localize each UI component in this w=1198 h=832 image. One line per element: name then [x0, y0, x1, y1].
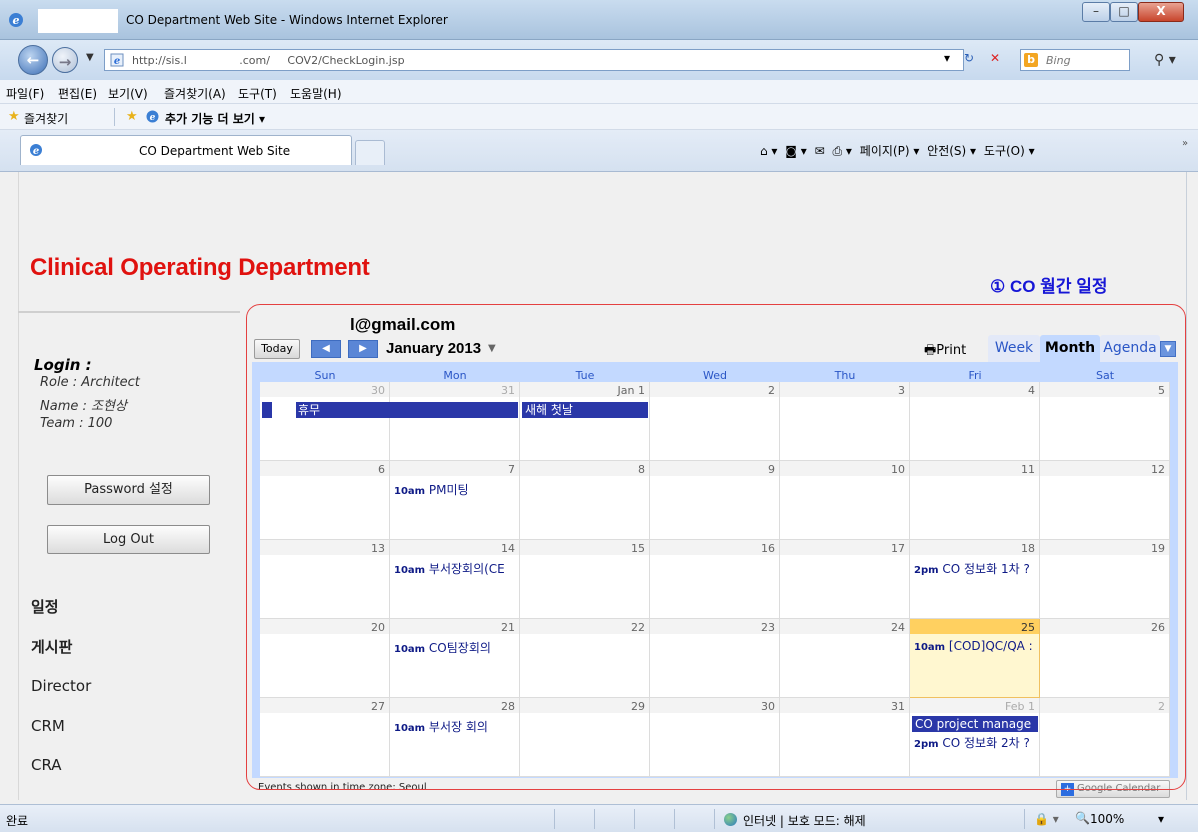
- favorites-bar: ★ 즐겨찾기 ★ e 추가 기능 더 보기 ▾: [0, 104, 1198, 130]
- page-icon: e: [110, 53, 124, 67]
- menu-file[interactable]: 파일(F): [6, 85, 44, 102]
- forward-arrow-icon: →: [58, 53, 72, 71]
- monthly-schedule-annotation: ① CO 월간 일정: [990, 277, 1108, 296]
- department-title: Clinical Operating Department: [30, 254, 370, 281]
- feeds-icon[interactable]: ◙ ▾: [785, 144, 806, 158]
- divider: [18, 311, 240, 313]
- home-icon[interactable]: ⌂ ▾: [760, 144, 777, 158]
- history-dropdown-icon[interactable]: ▼: [86, 52, 94, 63]
- ie-page-icon: e: [146, 110, 159, 123]
- divider: [714, 809, 715, 829]
- mail-icon[interactable]: ✉: [815, 144, 825, 158]
- add-favorite-icon[interactable]: ★: [126, 109, 138, 124]
- redacted-region: [38, 9, 118, 33]
- tools-menu[interactable]: 도구(O) ▾: [984, 144, 1035, 158]
- nav-schedule[interactable]: 일정: [31, 596, 59, 617]
- annotation-outline: [246, 304, 1186, 790]
- internet-zone-icon: [724, 813, 737, 826]
- menu-help[interactable]: 도움말(H): [290, 85, 342, 102]
- favorites-label[interactable]: 즐겨찾기: [24, 110, 68, 127]
- chevron-right-icon[interactable]: »: [1182, 138, 1188, 149]
- status-bar: 완료 인터넷 | 보호 모드: 해제 🔒 ▾ 🔍 100% ▾: [0, 804, 1198, 832]
- ie-tab-icon: e: [30, 144, 42, 157]
- address-url: http://sis.l .com/ COV2/CheckLogin.jsp: [132, 54, 405, 67]
- login-team: Team : 100: [40, 416, 113, 431]
- divider: [594, 809, 595, 829]
- divider: [674, 809, 675, 829]
- menu-view[interactable]: 보기(V): [108, 85, 148, 102]
- safety-menu[interactable]: 안전(S) ▾: [927, 144, 976, 158]
- svg-text:e: e: [13, 14, 20, 27]
- favorites-star-icon[interactable]: ★: [8, 109, 20, 124]
- menu-tools[interactable]: 도구(T): [238, 85, 277, 102]
- security-status-icon[interactable]: 🔒 ▾: [1034, 812, 1059, 826]
- tab-title: CO Department Web Site: [139, 144, 291, 158]
- nav-crm[interactable]: CRM: [31, 717, 65, 735]
- forward-button[interactable]: →: [52, 47, 78, 73]
- divider: [114, 108, 115, 126]
- svg-text:e: e: [150, 113, 156, 123]
- logout-button[interactable]: Log Out: [47, 525, 210, 554]
- search-box[interactable]: b Bing: [1020, 49, 1130, 71]
- new-tab-button[interactable]: [355, 140, 385, 165]
- password-settings-button[interactable]: Password 설정: [47, 475, 210, 505]
- close-button[interactable]: X: [1138, 2, 1184, 22]
- back-button[interactable]: ←: [18, 45, 48, 75]
- menu-bar: 파일(F) 편집(E) 보기(V) 즐겨찾기(A) 도구(T) 도움말(H): [0, 80, 1198, 104]
- status-text: 완료: [6, 814, 29, 828]
- more-addons-link[interactable]: 추가 기능 더 보기 ▾: [165, 110, 265, 127]
- divider: [1024, 809, 1025, 829]
- command-bar: ⌂ ▾ ◙ ▾ ✉ ⎙ ▾ 페이지(P) ▾ 안전(S) ▾ 도구(O) ▾: [760, 142, 1039, 159]
- ie-logo-icon: e: [9, 13, 23, 27]
- tab-co-department[interactable]: e CO Department Web Site: [20, 135, 352, 165]
- nav-cra[interactable]: CRA: [31, 756, 62, 774]
- divider: [554, 809, 555, 829]
- login-title: Login :: [34, 356, 92, 374]
- zoom-dropdown-icon[interactable]: ▾: [1158, 812, 1164, 826]
- search-placeholder: Bing: [1046, 54, 1071, 67]
- nav-director[interactable]: Director: [31, 677, 91, 695]
- window-title-bar: e CO Department Web Site - Windows Inter…: [0, 0, 1198, 40]
- minimize-button[interactable]: –: [1082, 2, 1110, 22]
- address-dropdown-icon[interactable]: ▾: [944, 51, 950, 65]
- stop-icon[interactable]: ✕: [990, 51, 1000, 65]
- nav-board[interactable]: 게시판: [31, 636, 72, 657]
- menu-favorites[interactable]: 즐겨찾기(A): [164, 85, 226, 102]
- login-name: Name : 조현상: [40, 399, 127, 414]
- window-title: CO Department Web Site - Windows Interne…: [126, 13, 448, 27]
- login-role: Role : Architect: [40, 375, 140, 390]
- maximize-button[interactable]: □: [1110, 2, 1138, 22]
- search-icon[interactable]: ⚲ ▾: [1154, 52, 1176, 68]
- security-zone-text: 인터넷 | 보호 모드: 해제: [743, 814, 866, 828]
- divider: [634, 809, 635, 829]
- svg-text:e: e: [114, 56, 120, 67]
- refresh-icon[interactable]: ↻: [964, 51, 974, 65]
- print-icon[interactable]: ⎙ ▾: [833, 144, 852, 158]
- menu-edit[interactable]: 편집(E): [58, 85, 97, 102]
- bing-logo-icon: b: [1024, 53, 1038, 67]
- address-row: ← → ▼ e http://sis.l .com/ COV2/CheckLog…: [0, 40, 1198, 80]
- address-bar[interactable]: e http://sis.l .com/ COV2/CheckLogin.jsp: [104, 49, 964, 71]
- zoom-level[interactable]: 100%: [1090, 812, 1124, 826]
- scrollbar-track[interactable]: [1186, 172, 1198, 800]
- svg-text:e: e: [33, 146, 39, 157]
- zoom-icon: 🔍: [1075, 811, 1090, 825]
- page-menu[interactable]: 페이지(P) ▾: [860, 144, 920, 158]
- back-arrow-icon: ←: [26, 51, 40, 69]
